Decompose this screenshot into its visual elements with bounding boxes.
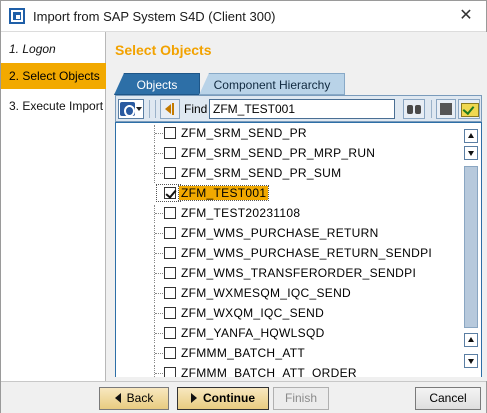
item-checkbox[interactable] [164, 127, 176, 139]
section-title: Select Objects [115, 42, 212, 58]
list-item-selected[interactable]: ZFM_TEST001 [116, 183, 459, 203]
item-checkbox[interactable] [164, 307, 176, 319]
back-button[interactable]: Back [99, 387, 169, 410]
find-previous-icon[interactable] [160, 99, 180, 119]
item-checkbox[interactable] [164, 167, 176, 179]
objects-panel: Find ZFM_SRM_SEND_PR ZFM_SRM_SEND_PR_MRP… [115, 95, 482, 377]
list-item[interactable]: ZFM_SRM_SEND_PR_SUM [116, 163, 459, 183]
list-item[interactable]: ZFMMM_BATCH_ATT_ORDER [116, 363, 459, 377]
arrow-left-icon [114, 393, 121, 403]
item-label: ZFM_TEST001 [177, 185, 270, 201]
sap-app-icon [9, 8, 25, 24]
tree-refresh-icon[interactable] [118, 99, 144, 119]
item-checkbox[interactable] [164, 267, 176, 279]
item-label: ZFM_WMS_PURCHASE_RETURN_SENDPI [181, 246, 433, 260]
find-label: Find [184, 102, 208, 116]
vertical-scrollbar[interactable] [463, 123, 480, 377]
toolbar-separator [155, 100, 156, 118]
list-item[interactable]: ZFM_SRM_SEND_PR [116, 123, 459, 143]
item-checkbox-checked[interactable] [164, 187, 176, 199]
item-checkbox[interactable] [164, 247, 176, 259]
item-label: ZFM_SRM_SEND_PR [181, 126, 307, 140]
item-checkbox[interactable] [164, 367, 176, 377]
item-checkbox[interactable] [164, 147, 176, 159]
item-checkbox[interactable] [164, 207, 176, 219]
list-item[interactable]: ZFM_SRM_SEND_PR_MRP_RUN [116, 143, 459, 163]
tab-component-hierarchy[interactable]: Component Hierarchy [199, 73, 345, 95]
item-label: ZFMMM_BATCH_ATT_ORDER [181, 366, 357, 377]
button-bar: Back Continue Finish Cancel [1, 381, 486, 413]
item-label: ZFM_YANFA_HQWLSQD [181, 326, 325, 340]
step-select-objects[interactable]: 2. Select Objects [1, 63, 106, 89]
binoculars-icon[interactable] [403, 99, 425, 119]
step-logon[interactable]: 1. Logon [1, 36, 106, 62]
item-checkbox[interactable] [164, 227, 176, 239]
item-label: ZFM_SRM_SEND_PR_MRP_RUN [181, 146, 376, 160]
scrollbar-thumb[interactable] [464, 166, 478, 328]
window-title: Import from SAP System S4D (Client 300) [33, 9, 276, 24]
list-item[interactable]: ZFM_WXQM_IQC_SEND [116, 303, 459, 323]
finish-button[interactable]: Finish [273, 387, 329, 410]
close-button[interactable]: ✕ [454, 6, 478, 26]
tab-objects[interactable]: Objects [114, 73, 200, 95]
import-dialog: Import from SAP System S4D (Client 300) … [0, 0, 487, 413]
step-execute-import[interactable]: 3. Execute Import [1, 93, 106, 119]
find-toolbar: Find [115, 95, 482, 122]
list-item[interactable]: ZFM_YANFA_HQWLSQD [116, 323, 459, 343]
cancel-button[interactable]: Cancel [415, 387, 481, 410]
item-label: ZFM_WXMESQM_IQC_SEND [181, 286, 352, 300]
item-label: ZFM_WMS_PURCHASE_RETURN [181, 226, 379, 240]
title-bar: Import from SAP System S4D (Client 300) … [1, 1, 486, 32]
item-label: ZFM_TEST20231108 [181, 206, 301, 220]
item-checkbox[interactable] [164, 287, 176, 299]
item-label: ZFM_WMS_TRANSFERORDER_SENDPI [181, 266, 417, 280]
list-item[interactable]: ZFM_TEST20231108 [116, 203, 459, 223]
scroll-up-icon[interactable] [464, 129, 478, 143]
find-input[interactable] [209, 99, 395, 119]
stop-icon[interactable] [436, 99, 456, 119]
object-list: ZFM_SRM_SEND_PR ZFM_SRM_SEND_PR_MRP_RUN … [116, 123, 481, 377]
scroll-page-up-icon[interactable] [464, 333, 478, 347]
continue-button[interactable]: Continue [177, 387, 269, 410]
item-label: ZFM_WXQM_IQC_SEND [181, 306, 325, 320]
list-item[interactable]: ZFM_WMS_PURCHASE_RETURN [116, 223, 459, 243]
list-item[interactable]: ZFM_WMS_PURCHASE_RETURN_SENDPI [116, 243, 459, 263]
item-checkbox[interactable] [164, 347, 176, 359]
list-item[interactable]: ZFM_WMS_TRANSFERORDER_SENDPI [116, 263, 459, 283]
item-checkbox[interactable] [164, 327, 176, 339]
scroll-down-icon[interactable] [464, 354, 478, 368]
item-label: ZFMMM_BATCH_ATT [181, 346, 306, 360]
select-check-icon[interactable] [458, 99, 480, 119]
scroll-page-down-icon[interactable] [464, 146, 478, 160]
toolbar-separator [149, 100, 150, 118]
object-rows: ZFM_SRM_SEND_PR ZFM_SRM_SEND_PR_MRP_RUN … [116, 123, 459, 377]
main-content: Select Objects Objects Component Hierarc… [107, 32, 487, 381]
toolbar-separator [431, 100, 432, 118]
list-item[interactable]: ZFMMM_BATCH_ATT [116, 343, 459, 363]
item-label: ZFM_SRM_SEND_PR_SUM [181, 166, 342, 180]
step-navigation: 1. Logon 2. Select Objects 3. Execute Im… [1, 32, 106, 381]
list-item[interactable]: ZFM_WXMESQM_IQC_SEND [116, 283, 459, 303]
arrow-right-icon [191, 393, 197, 403]
